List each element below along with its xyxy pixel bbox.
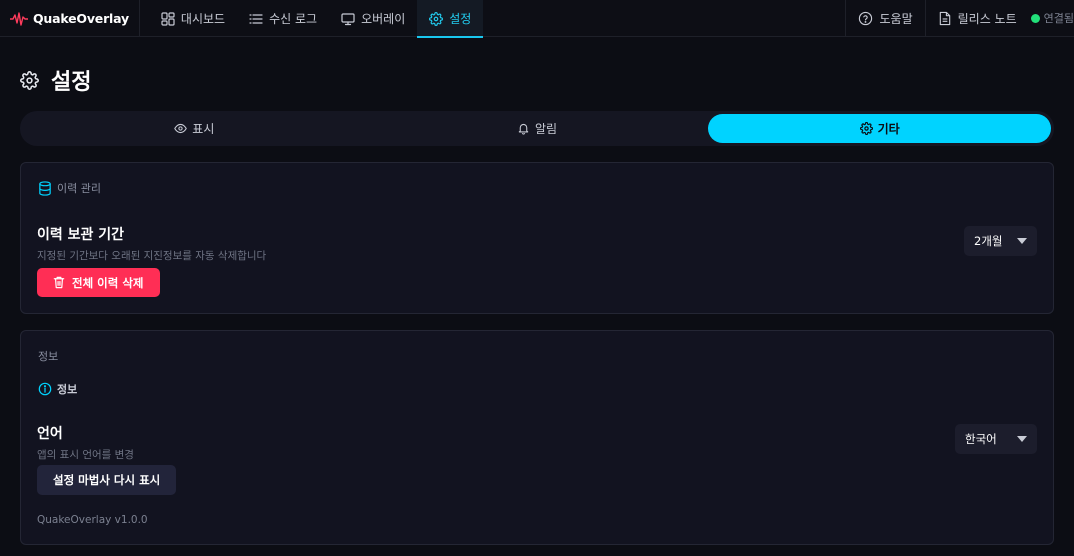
release-notes-label: 릴리스 노트 [957,11,1017,26]
page-title: 설정 [51,70,92,95]
page-header: 설정 [20,64,91,96]
retention-setting: 이력 보관 기간 지정된 기간보다 오래된 지진정보를 자동 삭제합니다 [37,224,266,263]
setting-description: 앱의 표시 언어를 변경 [37,449,134,461]
setting-description: 지정된 기간보다 오래된 지진정보를 자동 삭제합니다 [37,250,267,262]
info-section-header: 정보 [38,348,58,364]
top-bar: QuakeOverlay 대시보드 수신 로그 오버레이 설정 도움말 릴리스 … [0,0,1074,38]
nav-item-dashboard[interactable]: 대시보드 [149,0,237,37]
nav-item-label: 설정 [449,12,472,26]
help-circle-icon [858,11,873,26]
gear-icon [20,70,39,90]
trash-icon [53,276,65,289]
button-label: 전체 이력 삭제 [72,275,144,290]
nav-item-label: 수신 로그 [269,12,318,26]
gear-icon [859,122,873,135]
tab-display[interactable]: 표시 [23,114,366,143]
bell-icon [517,122,530,135]
gear-icon [429,11,444,26]
select-value: 2개월 [974,234,1003,248]
info-icon [38,382,52,396]
monitor-icon [341,12,355,26]
document-icon [938,11,952,26]
help-button[interactable]: 도움말 [845,0,924,36]
settings-tabs: 표시 알림 기타 [20,111,1054,146]
app-name: QuakeOverlay [33,11,129,26]
retention-period-select[interactable]: 2개월 [964,226,1037,256]
button-label: 설정 마법사 다시 표시 [53,473,161,487]
history-section-header: 이력 관리 [38,180,101,196]
nav-item-label: 대시보드 [180,12,226,26]
select-value: 한국어 [965,432,997,446]
caret-down-icon [1017,436,1027,442]
waveform-logo-icon [10,11,28,26]
status-text: 연결됨 [1043,12,1074,25]
dashboard-icon [161,11,175,26]
tab-label: 기타 [877,122,900,136]
database-icon [38,180,52,196]
nav-item-settings[interactable]: 설정 [417,0,484,38]
delete-all-history-button[interactable]: 전체 이력 삭제 [37,268,160,297]
history-card: 이력 관리 이력 보관 기간 지정된 기간보다 오래된 지진정보를 자동 삭제합… [20,162,1054,314]
tab-other[interactable]: 기타 [708,114,1052,143]
status-dot [1030,13,1040,23]
setting-title: 언어 [37,426,63,442]
nav-item-receive-log[interactable]: 수신 로그 [237,0,329,37]
language-setting: 언어 앱의 표시 언어를 변경 [37,423,134,462]
tab-label: 표시 [192,122,215,136]
tab-notifications[interactable]: 알림 [366,114,709,143]
eye-icon [174,122,188,135]
setting-title: 이력 보관 기간 [37,227,125,243]
help-label: 도움말 [879,11,913,26]
section-label: 정보 [38,350,59,363]
subsection-label: 정보 [57,383,78,396]
caret-down-icon [1017,238,1027,244]
brand[interactable]: QuakeOverlay [0,0,140,37]
connection-status: 연결됨 [1029,0,1074,36]
tab-label: 알림 [534,122,558,136]
section-label: 이력 관리 [57,182,101,195]
info-card: 정보 정보 언어 앱의 표시 언어를 변경 한국어 설정 마법사 다시 표시 Q… [20,330,1054,545]
top-right-actions: 도움말 릴리스 노트 연결됨 [845,0,1074,36]
info-subsection-header: 정보 [38,381,77,397]
show-setup-wizard-button[interactable]: 설정 마법사 다시 표시 [37,465,177,495]
list-icon [249,12,263,26]
app-version: QuakeOverlay v1.0.0 [37,514,148,526]
release-notes-button[interactable]: 릴리스 노트 [924,0,1029,36]
main-nav: 대시보드 수신 로그 오버레이 설정 [149,0,484,38]
nav-item-label: 오버레이 [361,12,406,26]
nav-item-overlay[interactable]: 오버레이 [329,0,417,37]
language-select[interactable]: 한국어 [955,424,1037,454]
